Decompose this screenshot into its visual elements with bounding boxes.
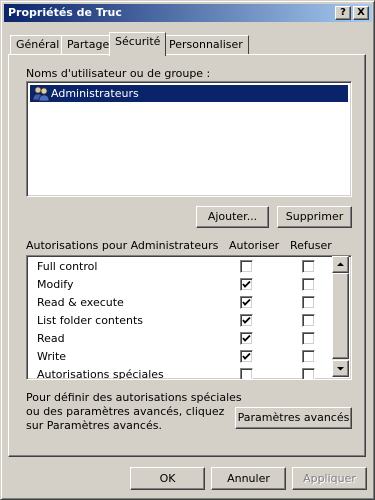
tab-securite[interactable]: Sécurité — [109, 32, 167, 56]
allow-checkbox[interactable] — [240, 350, 253, 363]
permission-row: Autorisations spéciales — [27, 366, 332, 380]
permission-name: Autorisations spéciales — [37, 368, 164, 380]
deny-checkbox[interactable] — [302, 278, 315, 291]
permission-name: Read — [37, 332, 65, 345]
cancel-button[interactable]: Annuler — [211, 467, 286, 490]
permissions-header: Autorisations pour Administrateurs — [26, 239, 219, 252]
help-button[interactable]: ? — [335, 6, 351, 20]
ok-button[interactable]: OK — [130, 467, 205, 490]
users-group-icon — [32, 85, 50, 107]
allow-header: Autoriser — [229, 239, 280, 252]
users-label: Noms d'utilisateur ou de groupe : — [26, 67, 211, 80]
properties-dialog: Propriétés de Truc ? X Général Partage S… — [0, 0, 375, 500]
add-button[interactable]: Ajouter... — [196, 206, 269, 228]
title-bar[interactable]: Propriétés de Truc ? X — [4, 4, 372, 22]
deny-header: Refuser — [290, 239, 332, 252]
deny-checkbox[interactable] — [302, 332, 315, 345]
deny-checkbox[interactable] — [302, 260, 315, 273]
permission-row: Modify — [27, 276, 332, 294]
deny-checkbox[interactable] — [302, 368, 315, 379]
allow-checkbox[interactable] — [240, 260, 253, 273]
permission-name: Modify — [37, 278, 74, 291]
security-tab-panel: Noms d'utilisateur ou de groupe : Admini… — [8, 54, 366, 457]
permission-name: Full control — [37, 260, 98, 273]
permission-row: List folder contents — [27, 312, 332, 330]
advanced-description-line-1: Pour définir des autorisations spéciales — [26, 391, 242, 404]
allow-checkbox[interactable] — [240, 314, 253, 327]
deny-checkbox[interactable] — [302, 314, 315, 327]
user-name: Administrateurs (20AC47C14EF04D8\Adminis… — [51, 87, 259, 117]
permission-name: Write — [37, 350, 67, 363]
apply-button[interactable]: Appliquer — [292, 467, 367, 490]
advanced-description-line-3: sur Paramètres avancés. — [26, 419, 162, 432]
allow-checkbox[interactable] — [240, 278, 253, 291]
advanced-settings-button[interactable]: Paramètres avancés — [235, 407, 352, 429]
permission-name: List folder contents — [37, 314, 143, 327]
close-button[interactable]: X — [353, 6, 369, 20]
window-title: Propriétés de Truc — [8, 6, 122, 19]
permission-name: Read & execute — [37, 296, 124, 309]
tab-personnaliser[interactable]: Personnaliser — [163, 35, 249, 54]
permission-row: Read & execute — [27, 294, 332, 312]
allow-checkbox[interactable] — [240, 296, 253, 309]
allow-checkbox[interactable] — [240, 368, 253, 379]
tab-partage[interactable]: Partage — [61, 35, 116, 54]
deny-checkbox[interactable] — [302, 350, 315, 363]
deny-checkbox[interactable] — [302, 296, 315, 309]
permission-row: Full control — [27, 258, 332, 276]
scroll-down-button[interactable] — [332, 360, 349, 377]
advanced-description-line-2: ou des paramètres avancés, cliquez — [26, 405, 225, 418]
allow-checkbox[interactable] — [240, 332, 253, 345]
users-listbox[interactable]: Administrateurs (20AC47C14EF04D8\Adminis… — [26, 81, 352, 197]
tab-general[interactable]: Général — [10, 35, 66, 54]
permissions-scrollbar[interactable] — [332, 256, 349, 377]
permission-row: Read — [27, 330, 332, 348]
permission-row: Write — [27, 348, 332, 366]
user-list-item[interactable]: Administrateurs (20AC47C14EF04D8\Adminis… — [30, 85, 348, 117]
permissions-list[interactable]: Full control Modify Read & execute List fol… — [26, 255, 352, 380]
scroll-up-button[interactable] — [332, 256, 349, 273]
scroll-thumb[interactable] — [332, 273, 349, 359]
remove-button[interactable]: Supprimer — [277, 206, 352, 228]
